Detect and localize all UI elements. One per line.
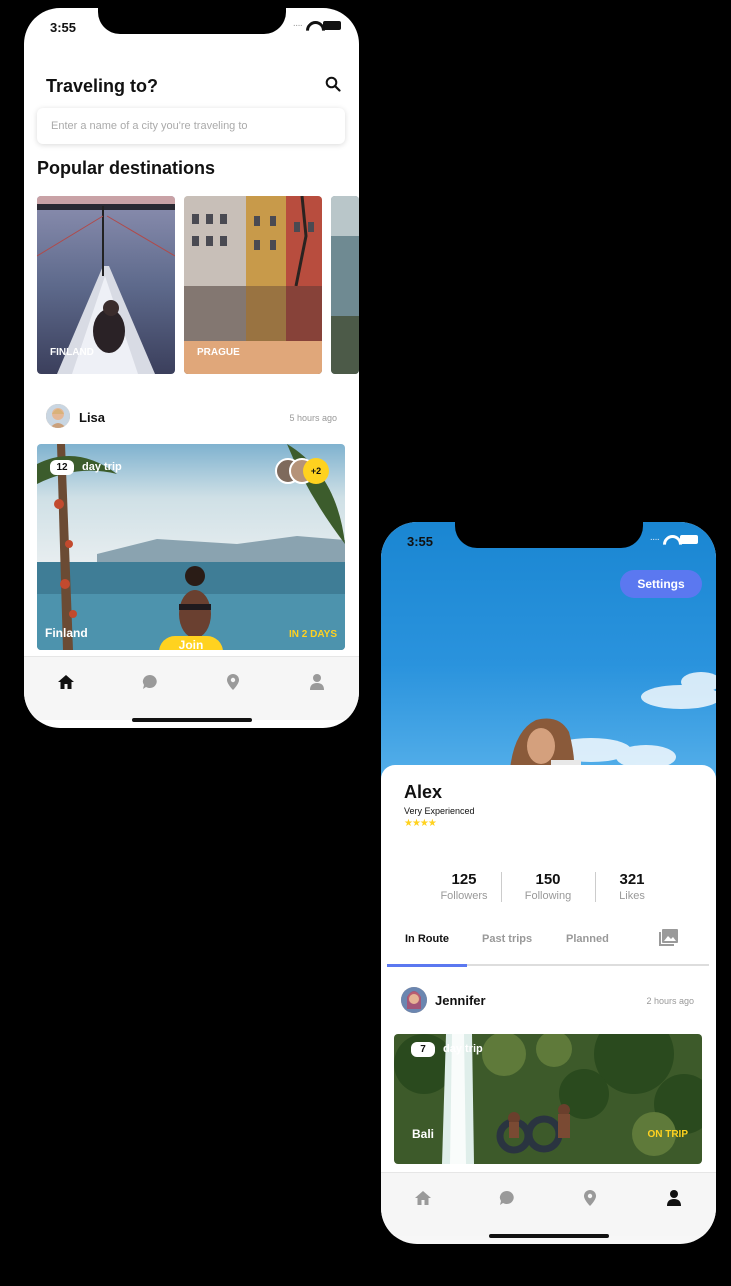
tab-bar	[24, 656, 359, 720]
profile-photo	[509, 672, 716, 782]
home-icon[interactable]	[55, 671, 77, 693]
destination-card-finland[interactable]: FINLAND	[37, 196, 175, 374]
stat-label: Likes	[619, 890, 645, 902]
page-title: Traveling to?	[46, 76, 159, 96]
chat-icon[interactable]	[139, 671, 161, 693]
section-title: Popular destinations	[37, 158, 216, 178]
stat-value: 321	[619, 871, 645, 888]
home-screen: 3:55 ···· Traveling to? Popular destinat…	[24, 8, 359, 728]
active-tab-indicator	[387, 964, 467, 967]
status-time: 3:55	[407, 534, 434, 549]
notch	[98, 8, 286, 34]
avatar[interactable]	[46, 404, 70, 428]
more-members-badge: +2	[303, 458, 329, 484]
days-badge: 7	[411, 1042, 435, 1057]
location-icon[interactable]	[222, 671, 244, 693]
home-icon[interactable]	[412, 1187, 434, 1209]
landscape-image	[331, 196, 359, 374]
wifi-icon	[306, 21, 319, 31]
days-badge: 12	[50, 460, 74, 475]
profile-screen: 3:55 ···· Settings Alex Very Experienced…	[381, 522, 716, 1244]
stat-likes[interactable]: 321 Likes	[587, 871, 677, 902]
destination-card-partial[interactable]	[331, 196, 359, 374]
profile-name: Alex	[404, 782, 443, 802]
post-author[interactable]: Lisa	[79, 410, 105, 425]
post-time: 2 hours ago	[646, 996, 694, 1006]
tab-past-trips[interactable]: Past trips	[482, 933, 532, 945]
tab-in-route[interactable]: In Route	[405, 933, 449, 945]
day-trip-label: day trip	[82, 461, 122, 473]
settings-button[interactable]: Settings	[620, 570, 702, 598]
location-icon[interactable]	[579, 1187, 601, 1209]
post-author[interactable]: Jennifer	[435, 993, 486, 1008]
trip-card[interactable]: 7 day trip Bali ON TRIP	[394, 1034, 702, 1164]
trip-card[interactable]: 12 day trip +2 Finland IN 2 DAYS Join	[37, 444, 345, 650]
tab-planned[interactable]: Planned	[566, 933, 609, 945]
notch	[455, 522, 643, 548]
experience-level: Very Experienced	[404, 806, 475, 816]
stat-value: 150	[535, 871, 561, 888]
trip-place: Finland	[45, 626, 88, 640]
battery-icon	[680, 535, 698, 544]
trip-status: IN 2 DAYS	[289, 629, 337, 640]
profile-icon[interactable]	[663, 1187, 685, 1209]
destination-label: PRAGUE	[197, 347, 240, 358]
rating-stars: ★★★★	[404, 818, 437, 829]
stat-label: Following	[524, 890, 572, 902]
stat-value: 125	[451, 871, 477, 888]
profile-icon[interactable]	[306, 671, 328, 693]
stat-followers[interactable]: 125 Followers	[419, 871, 509, 902]
status-icons: ····	[650, 534, 698, 545]
post-time: 5 hours ago	[289, 413, 337, 423]
divider	[501, 872, 502, 902]
avatar[interactable]	[401, 987, 427, 1013]
profile-card: Alex Very Experienced ★★★★ 125 Followers…	[381, 765, 716, 1175]
trip-image	[394, 1034, 702, 1164]
stat-label: Followers	[440, 890, 488, 902]
stat-following[interactable]: 150 Following	[503, 871, 593, 902]
wifi-icon	[663, 535, 676, 545]
battery-icon	[323, 21, 341, 30]
search-icon[interactable]	[325, 76, 341, 92]
join-button[interactable]: Join	[159, 636, 223, 650]
trip-status: ON TRIP	[647, 1129, 688, 1140]
home-indicator	[488, 1234, 609, 1238]
destination-label: FINLAND	[50, 347, 94, 358]
day-trip-label: day trip	[443, 1043, 483, 1055]
status-time: 3:55	[50, 20, 77, 35]
signal-icon: ····	[649, 534, 660, 545]
profile-hero	[381, 522, 716, 782]
status-icons: ····	[293, 20, 341, 31]
chat-icon[interactable]	[496, 1187, 518, 1209]
home-indicator	[131, 718, 252, 722]
destination-card-prague[interactable]: PRAGUE	[184, 196, 322, 374]
search-input[interactable]	[37, 108, 345, 144]
tab-bar	[381, 1172, 716, 1236]
signal-icon: ····	[292, 20, 303, 31]
gallery-icon[interactable]	[658, 929, 678, 947]
members-avatars[interactable]: +2	[275, 458, 331, 486]
trip-place: Bali	[412, 1127, 435, 1141]
